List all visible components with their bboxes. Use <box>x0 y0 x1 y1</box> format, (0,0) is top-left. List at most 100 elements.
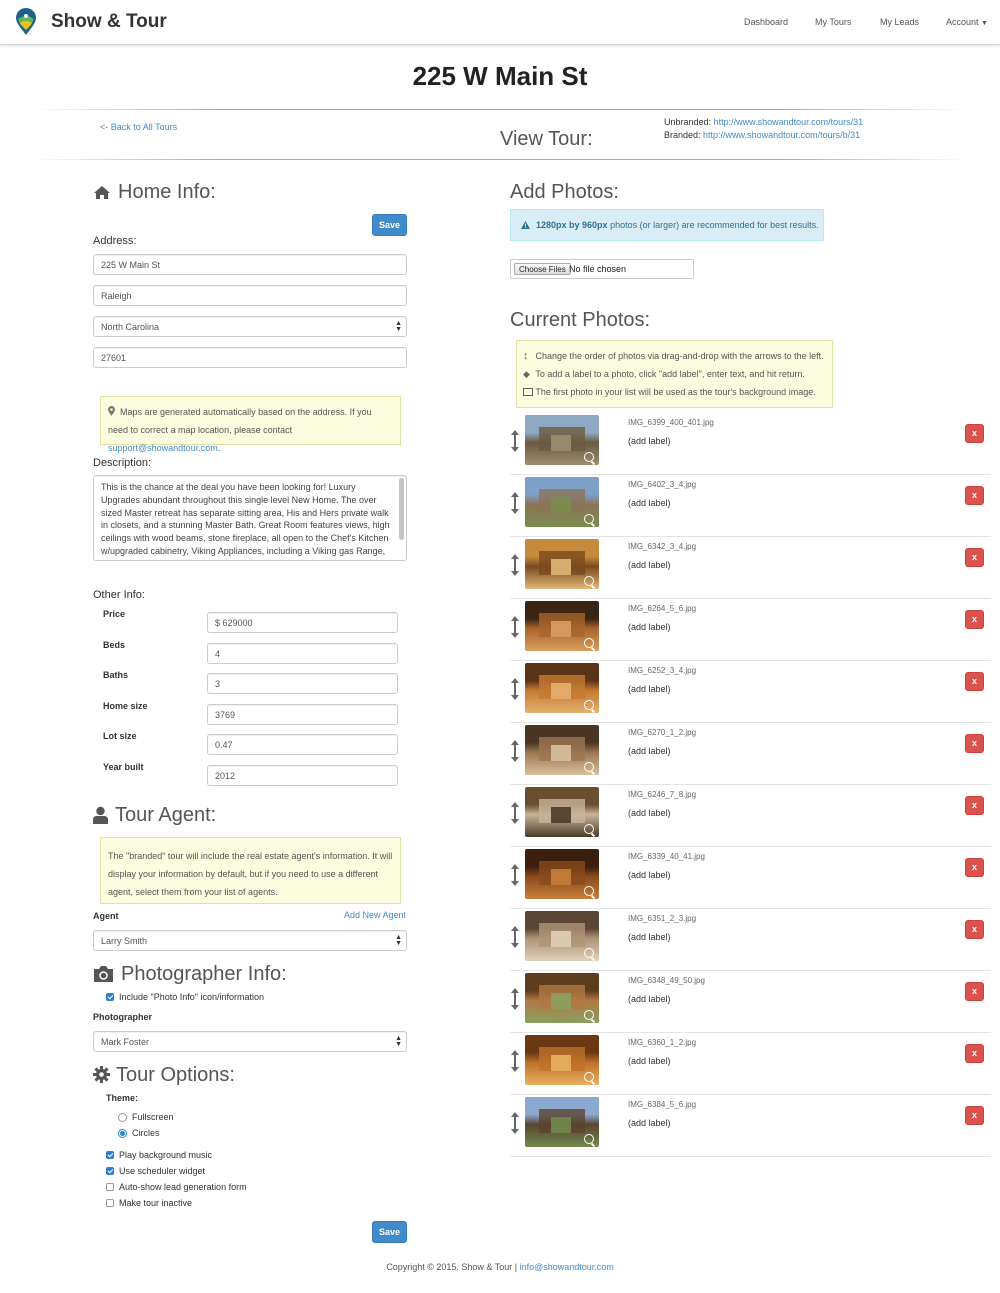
zip-input[interactable]: 27601 <box>93 347 407 368</box>
year-built-input[interactable]: 2012 <box>207 765 398 786</box>
textarea-scrollbar[interactable] <box>399 478 404 540</box>
zoom-icon[interactable] <box>584 1134 594 1144</box>
back-to-tours-link[interactable]: <- Back to All Tours <box>100 122 177 132</box>
photo-thumbnail[interactable] <box>525 725 599 775</box>
drag-handle-icon[interactable] <box>510 616 520 638</box>
drag-handle-icon[interactable] <box>510 430 520 452</box>
price-input[interactable]: $ 629000 <box>207 612 398 633</box>
street-input[interactable]: 225 W Main St <box>93 254 407 275</box>
drag-handle-icon[interactable] <box>510 678 520 700</box>
branded-url-link[interactable]: http://www.showandtour.com/tours/b/31 <box>703 130 860 140</box>
photo-row[interactable]: IMG_6384_5_6.jpg (add label) x <box>510 1095 991 1157</box>
home-size-input[interactable]: 3769 <box>207 704 398 725</box>
unbranded-url-link[interactable]: http://www.showandtour.com/tours/31 <box>714 117 864 127</box>
nav-my-leads[interactable]: My Leads <box>880 17 919 27</box>
add-label-link[interactable]: (add label) <box>628 932 671 942</box>
add-label-link[interactable]: (add label) <box>628 1056 671 1066</box>
add-label-link[interactable]: (add label) <box>628 808 671 818</box>
drag-handle-icon[interactable] <box>510 1050 520 1072</box>
photographer-select[interactable]: Mark Foster ▲ ▼ <box>93 1031 407 1052</box>
add-label-link[interactable]: (add label) <box>628 684 671 694</box>
photo-thumbnail[interactable] <box>525 973 599 1023</box>
zoom-icon[interactable] <box>584 824 594 834</box>
remove-photo-button[interactable]: x <box>965 920 984 939</box>
save-button-top[interactable]: Save <box>372 214 407 236</box>
include-photo-info-checkbox[interactable] <box>106 993 114 1001</box>
add-label-link[interactable]: (add label) <box>628 498 671 508</box>
drag-handle-icon[interactable] <box>510 492 520 514</box>
beds-input[interactable]: 4 <box>207 643 398 664</box>
zoom-icon[interactable] <box>584 514 594 524</box>
remove-photo-button[interactable]: x <box>965 548 984 567</box>
zoom-icon[interactable] <box>584 948 594 958</box>
remove-photo-button[interactable]: x <box>965 1044 984 1063</box>
tour-inactive-checkbox[interactable] <box>106 1199 114 1207</box>
drag-handle-icon[interactable] <box>510 740 520 762</box>
remove-photo-button[interactable]: x <box>965 486 984 505</box>
nav-account[interactable]: Account ▼ <box>946 17 988 27</box>
photo-thumbnail[interactable] <box>525 601 599 651</box>
photo-row[interactable]: IMG_6351_2_3.jpg (add label) x <box>510 909 991 971</box>
photo-row[interactable]: IMG_6360_1_2.jpg (add label) x <box>510 1033 991 1095</box>
drag-handle-icon[interactable] <box>510 554 520 576</box>
add-label-link[interactable]: (add label) <box>628 994 671 1004</box>
drag-handle-icon[interactable] <box>510 926 520 948</box>
photo-thumbnail[interactable] <box>525 663 599 713</box>
brand-name[interactable]: Show & Tour <box>51 11 167 33</box>
add-label-link[interactable]: (add label) <box>628 870 671 880</box>
agent-select[interactable]: Larry Smith ▲ ▼ <box>93 930 407 951</box>
zoom-icon[interactable] <box>584 1010 594 1020</box>
photo-row[interactable]: IMG_6246_7_8.jpg (add label) x <box>510 785 991 847</box>
add-label-link[interactable]: (add label) <box>628 622 671 632</box>
photo-thumbnail[interactable] <box>525 849 599 899</box>
photo-row[interactable]: IMG_6264_5_6.jpg (add label) x <box>510 599 991 661</box>
brand-logo-icon[interactable] <box>15 8 37 36</box>
zoom-icon[interactable] <box>584 576 594 586</box>
scheduler-widget-checkbox[interactable] <box>106 1167 114 1175</box>
photo-row[interactable]: IMG_6399_400_401.jpg (add label) x <box>510 413 991 475</box>
city-input[interactable]: Raleigh <box>93 285 407 306</box>
zoom-icon[interactable] <box>584 886 594 896</box>
save-button-bottom[interactable]: Save <box>372 1221 407 1243</box>
theme-fullscreen-radio[interactable] <box>118 1113 127 1122</box>
remove-photo-button[interactable]: x <box>965 1106 984 1125</box>
photo-row[interactable]: IMG_6339_40_41.jpg (add label) x <box>510 847 991 909</box>
remove-photo-button[interactable]: x <box>965 982 984 1001</box>
lead-form-checkbox[interactable] <box>106 1183 114 1191</box>
zoom-icon[interactable] <box>584 762 594 772</box>
photo-thumbnail[interactable] <box>525 911 599 961</box>
photo-row[interactable]: IMG_6342_3_4.jpg (add label) x <box>510 537 991 599</box>
baths-input[interactable]: 3 <box>207 673 398 694</box>
drag-handle-icon[interactable] <box>510 802 520 824</box>
drag-handle-icon[interactable] <box>510 988 520 1010</box>
photo-row[interactable]: IMG_6270_1_2.jpg (add label) x <box>510 723 991 785</box>
file-input[interactable]: Choose Files No file chosen <box>510 259 694 279</box>
photo-thumbnail[interactable] <box>525 1035 599 1085</box>
add-label-link[interactable]: (add label) <box>628 560 671 570</box>
state-select[interactable]: North Carolina ▲ ▼ <box>93 316 407 337</box>
add-new-agent-link[interactable]: Add New Agent <box>344 910 406 920</box>
zoom-icon[interactable] <box>584 452 594 462</box>
support-email-link[interactable]: support@showandtour.com <box>108 443 218 453</box>
nav-my-tours[interactable]: My Tours <box>815 17 851 27</box>
nav-dashboard[interactable]: Dashboard <box>744 17 788 27</box>
add-label-link[interactable]: (add label) <box>628 1118 671 1128</box>
lot-size-input[interactable]: 0.47 <box>207 734 398 755</box>
photo-row[interactable]: IMG_6252_3_4.jpg (add label) x <box>510 661 991 723</box>
zoom-icon[interactable] <box>584 700 594 710</box>
remove-photo-button[interactable]: x <box>965 796 984 815</box>
photo-thumbnail[interactable] <box>525 539 599 589</box>
choose-files-button[interactable]: Choose Files <box>514 263 571 275</box>
photo-thumbnail[interactable] <box>525 787 599 837</box>
background-music-checkbox[interactable] <box>106 1151 114 1159</box>
remove-photo-button[interactable]: x <box>965 858 984 877</box>
add-label-link[interactable]: (add label) <box>628 746 671 756</box>
drag-handle-icon[interactable] <box>510 1112 520 1134</box>
photo-thumbnail[interactable] <box>525 477 599 527</box>
theme-circles-radio[interactable] <box>118 1129 127 1138</box>
remove-photo-button[interactable]: x <box>965 424 984 443</box>
description-textarea[interactable]: This is the chance at the deal you have … <box>93 475 407 561</box>
zoom-icon[interactable] <box>584 1072 594 1082</box>
remove-photo-button[interactable]: x <box>965 734 984 753</box>
photo-thumbnail[interactable] <box>525 415 599 465</box>
